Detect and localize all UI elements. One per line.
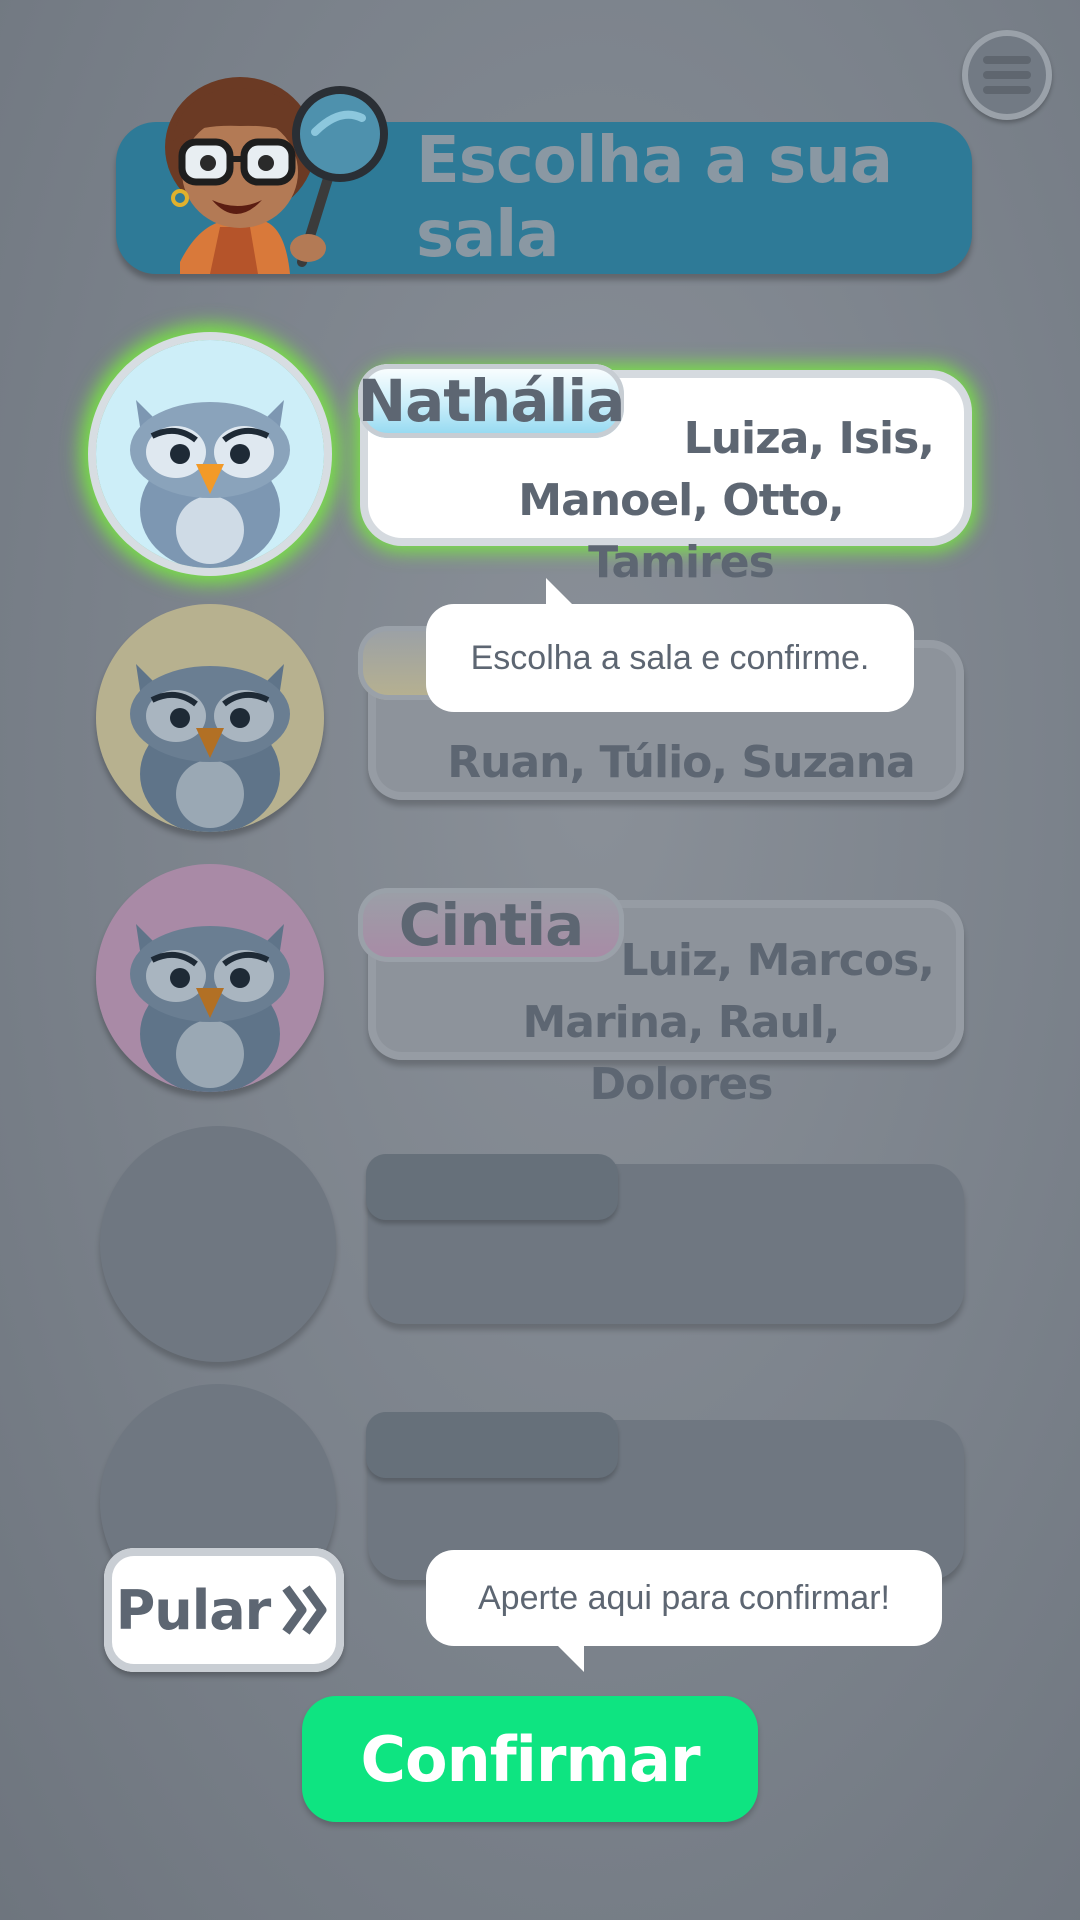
class-students-line1: Luiz, Marcos, [620,935,935,986]
class-avatar-nathalia[interactable] [96,340,324,568]
class-avatar-2[interactable] [96,604,324,832]
class-students-line1: Luiza, Isis, [683,413,935,464]
owl-icon [96,604,324,832]
empty-class-tag [366,1412,618,1478]
class-students-line2: Marina, Raul, Dolores [522,997,841,1110]
owl-icon [96,340,324,568]
empty-class-avatar [100,1126,336,1362]
class-students-line2: Manoel, Otto, Tamires [518,475,844,588]
class-avatar-cintia[interactable] [96,864,324,1092]
owl-icon [96,864,324,1092]
tooltip-confirm-hint: Aperte aqui para confirmar! [426,1550,942,1672]
double-chevron-right-icon [282,1585,327,1635]
hamburger-menu-icon [983,56,1031,64]
skip-label: Pular [115,1578,272,1642]
class-teacher-tag: Nathália [358,364,625,438]
tooltip-choose-class: Escolha a sala e confirme. [426,578,914,712]
page-title: Escolha a sua sala [416,124,893,272]
class-teacher-tag: Cintia [358,888,624,962]
empty-class-tag [366,1154,618,1220]
class-students-line2: Ruan, Túlio, Suzana [447,737,916,788]
menu-button[interactable] [962,30,1052,120]
confirm-button[interactable]: Confirmar [302,1696,758,1822]
skip-button[interactable]: Pular [104,1548,344,1672]
mascot-detective-icon [165,77,388,274]
